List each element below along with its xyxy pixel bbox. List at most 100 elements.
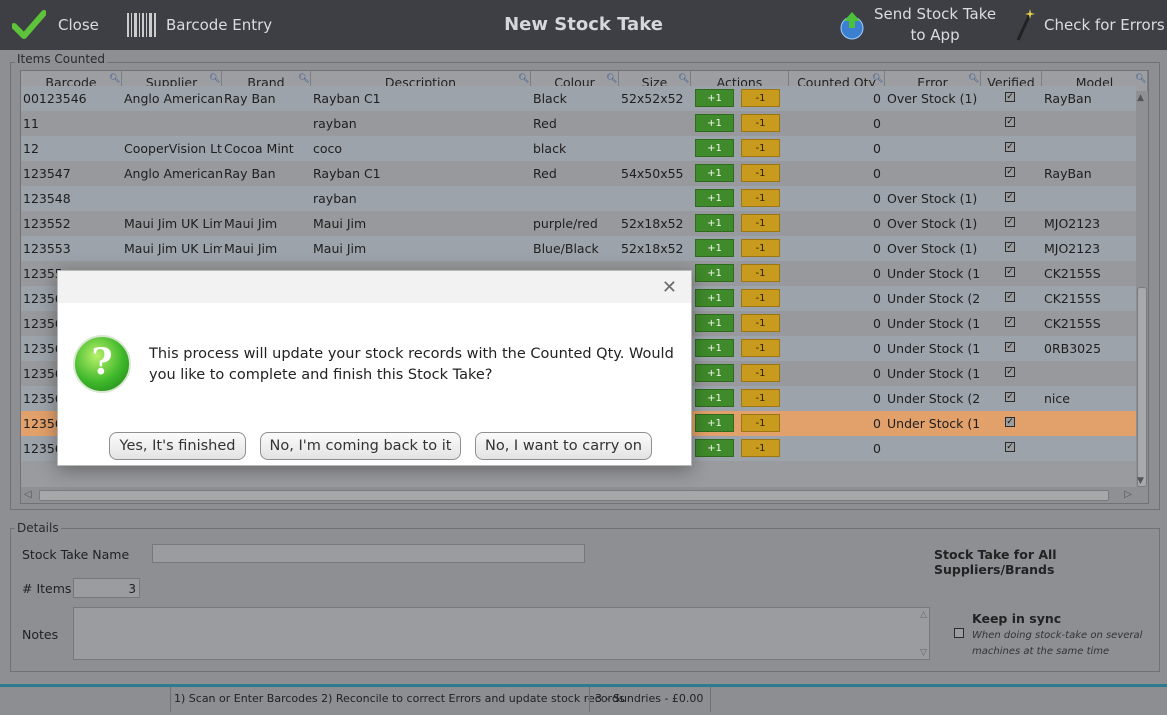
- minus-one-button[interactable]: -1: [741, 189, 780, 207]
- table-row[interactable]: 12 CooperVision Ltd Cocoa Mint coco black +1-…: [21, 136, 1136, 161]
- cell-error: Under Stock (16: [887, 316, 981, 331]
- minus-one-button[interactable]: -1: [741, 414, 780, 432]
- plus-one-button[interactable]: +1: [695, 314, 734, 332]
- table-row[interactable]: 123553Maui Jim UK LimitedMaui JimMaui Ji…: [21, 236, 1136, 261]
- cell-qty: 0: [873, 216, 881, 231]
- notes-label: Notes: [22, 627, 59, 642]
- verified-checkbox[interactable]: ✓: [1005, 392, 1015, 402]
- table-row[interactable]: 123548 rayban +1 -1 0 Over Stock (1) ✓: [21, 186, 1136, 211]
- verified-checkbox[interactable]: ✓: [1005, 417, 1015, 427]
- cell-size: 54x50x55: [621, 166, 684, 181]
- notes-scroll-up-icon[interactable]: △: [920, 610, 927, 620]
- scroll-right-icon[interactable]: ▷: [1124, 489, 1132, 500]
- minus-one-button[interactable]: -1: [741, 114, 780, 132]
- minus-one-button[interactable]: -1: [741, 139, 780, 157]
- plus-one-button[interactable]: +1: [695, 339, 734, 357]
- plus-one-button[interactable]: +1: [695, 139, 734, 157]
- cell-model: CK2155S: [1044, 266, 1101, 281]
- cell-brand: Maui Jim: [224, 216, 278, 231]
- column-search-icon[interactable]: 🔍︎: [109, 75, 120, 84]
- plus-one-button[interactable]: +1: [695, 114, 734, 132]
- cell-colour: purple/red: [533, 216, 598, 231]
- verified-checkbox[interactable]: ✓: [1005, 267, 1015, 277]
- column-search-icon[interactable]: 🔍︎: [1135, 75, 1146, 84]
- yes-finished-button[interactable]: Yes, It's finished: [109, 432, 246, 460]
- verified-checkbox[interactable]: ✓: [1005, 442, 1015, 452]
- plus-one-button[interactable]: +1: [695, 364, 734, 382]
- column-search-icon[interactable]: 🔍︎: [872, 75, 883, 84]
- table-row[interactable]: 00123546 Anglo American Ray Ban Rayban C1 Bl…: [21, 86, 1136, 111]
- scroll-down-icon[interactable]: ▼: [1137, 476, 1144, 486]
- plus-one-button[interactable]: +1: [695, 439, 734, 457]
- minus-one-button[interactable]: -1: [741, 314, 780, 332]
- minus-one-button[interactable]: -1: [741, 289, 780, 307]
- verified-checkbox[interactable]: ✓: [1005, 142, 1015, 152]
- horizontal-scrollbar[interactable]: ◁ ▷: [21, 487, 1148, 503]
- plus-one-button[interactable]: +1: [695, 239, 734, 257]
- plus-one-button[interactable]: +1: [695, 89, 734, 107]
- keep-in-sync-checkbox[interactable]: [954, 628, 964, 638]
- check-errors-label: Check for Errors: [1044, 16, 1165, 34]
- check-errors-button[interactable]: Check for Errors: [1014, 0, 1165, 50]
- cell-model: [1042, 411, 1136, 436]
- plus-one-button[interactable]: +1: [695, 264, 734, 282]
- close-label: Close: [58, 16, 99, 34]
- scroll-left-icon[interactable]: ◁: [24, 489, 32, 500]
- cell-model: CK2155S: [1044, 316, 1101, 331]
- vertical-scroll-thumb[interactable]: [1137, 287, 1147, 487]
- verified-checkbox[interactable]: ✓: [1005, 367, 1015, 377]
- verified-checkbox[interactable]: ✓: [1005, 292, 1015, 302]
- notes-scroll-down-icon[interactable]: ▽: [920, 648, 927, 658]
- minus-one-button[interactable]: -1: [741, 264, 780, 282]
- dialog-close-icon[interactable]: ✕: [662, 277, 677, 298]
- notes-textarea[interactable]: △ ▽: [73, 607, 930, 660]
- minus-one-button[interactable]: -1: [741, 339, 780, 357]
- column-search-icon[interactable]: 🔍︎: [209, 75, 220, 84]
- minus-one-button[interactable]: -1: [741, 164, 780, 182]
- cell-error: Under Stock (1): [887, 416, 981, 431]
- vertical-scrollbar[interactable]: ▲ ▼: [1136, 91, 1148, 488]
- cell-description: coco: [313, 141, 343, 156]
- verified-checkbox[interactable]: ✓: [1005, 242, 1015, 252]
- column-search-icon[interactable]: 🔍︎: [298, 75, 309, 84]
- verified-checkbox[interactable]: ✓: [1005, 92, 1015, 102]
- verified-checkbox[interactable]: ✓: [1005, 317, 1015, 327]
- toolbar: Close Barcode Entry New Stock Take Send …: [0, 0, 1167, 50]
- column-search-icon[interactable]: 🔍︎: [678, 75, 689, 84]
- send-stock-take-button[interactable]: Send Stock Take to App: [838, 0, 996, 50]
- plus-one-button[interactable]: +1: [695, 189, 734, 207]
- table-row[interactable]: 123547 Anglo American Ray Ban Rayban C1 Red 5…: [21, 161, 1136, 186]
- minus-one-button[interactable]: -1: [741, 389, 780, 407]
- horizontal-scroll-thumb[interactable]: [39, 490, 1109, 501]
- plus-one-button[interactable]: +1: [695, 389, 734, 407]
- verified-checkbox[interactable]: ✓: [1005, 167, 1015, 177]
- barcode-entry-button[interactable]: Barcode Entry: [126, 0, 272, 50]
- column-search-icon[interactable]: 🔍︎: [518, 75, 529, 84]
- minus-one-button[interactable]: -1: [741, 89, 780, 107]
- details-label: Details: [15, 521, 61, 535]
- minus-one-button[interactable]: -1: [741, 214, 780, 232]
- carry-on-button[interactable]: No, I want to carry on: [475, 432, 652, 460]
- verified-checkbox[interactable]: ✓: [1005, 192, 1015, 202]
- close-button[interactable]: Close: [12, 0, 99, 50]
- plus-one-button[interactable]: +1: [695, 164, 734, 182]
- minus-one-button[interactable]: -1: [741, 239, 780, 257]
- cell-qty: 0: [873, 341, 881, 356]
- cell-barcode: 00123546: [23, 91, 87, 106]
- table-row[interactable]: 123552Maui Jim UK LimitedMaui JimMaui Ji…: [21, 211, 1136, 236]
- cell-model: MJO2123: [1044, 241, 1101, 256]
- column-search-icon[interactable]: 🔍︎: [606, 75, 617, 84]
- minus-one-button[interactable]: -1: [741, 439, 780, 457]
- stock-take-name-input[interactable]: [152, 544, 585, 563]
- plus-one-button[interactable]: +1: [695, 214, 734, 232]
- plus-one-button[interactable]: +1: [695, 289, 734, 307]
- verified-checkbox[interactable]: ✓: [1005, 117, 1015, 127]
- verified-checkbox[interactable]: ✓: [1005, 217, 1015, 227]
- plus-one-button[interactable]: +1: [695, 414, 734, 432]
- coming-back-button[interactable]: No, I'm coming back to it: [260, 432, 461, 460]
- column-search-icon[interactable]: 🔍︎: [968, 75, 979, 84]
- verified-checkbox[interactable]: ✓: [1005, 342, 1015, 352]
- scroll-up-icon[interactable]: ▲: [1137, 93, 1144, 103]
- minus-one-button[interactable]: -1: [741, 364, 780, 382]
- table-row[interactable]: 11 rayban Red +1 -1 0 ✓: [21, 111, 1136, 136]
